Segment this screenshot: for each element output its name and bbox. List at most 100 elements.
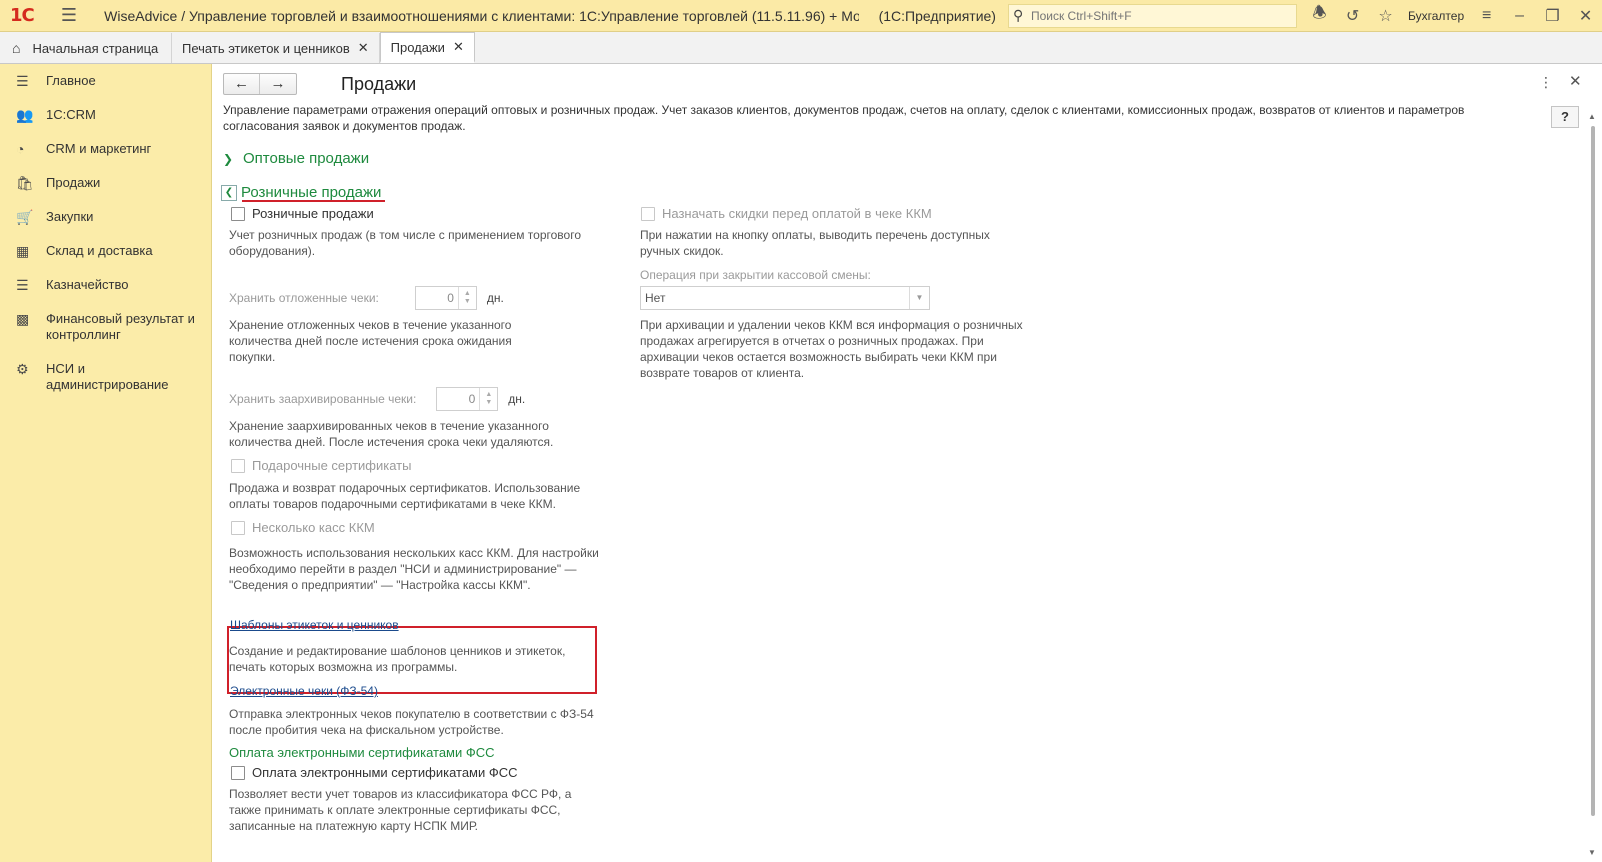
restore-icon[interactable]: ❐ xyxy=(1536,6,1569,26)
group-retail-label: Розничные продажи xyxy=(241,184,382,201)
tab-label: Продажи xyxy=(390,39,445,55)
sidebar-item-label: Склад и доставка xyxy=(46,243,153,258)
close-shift-label: Операция при закрытии кассовой смены: xyxy=(640,268,871,282)
sidebar-item-treasury[interactable]: ☰ Казначейство xyxy=(0,268,211,302)
tab-sales[interactable]: Продажи ✕ xyxy=(379,32,475,63)
sidebar: ☰ Главное 👥 1С:CRM ◔ CRM и маркетинг 🛍 П… xyxy=(0,64,212,862)
keep-archived-note: Хранение заархивированных чеков в течени… xyxy=(229,419,554,449)
spin-value[interactable]: 0 xyxy=(437,388,479,410)
templates-link[interactable]: Шаблоны этикеток и ценников xyxy=(230,618,399,632)
back-button[interactable]: ← xyxy=(224,74,260,94)
app-title: WiseAdvice / Управление торговлей и взаи… xyxy=(104,7,859,24)
tab-label: Начальная страница xyxy=(32,40,159,56)
sidebar-item-sales[interactable]: 🛍 Продажи xyxy=(0,166,211,200)
menu-lines-icon: ☰ xyxy=(16,73,29,89)
forward-button[interactable]: → xyxy=(260,74,296,94)
close-tab-icon[interactable]: ✕ xyxy=(358,40,369,56)
sidebar-item-crm-marketing[interactable]: ◔ CRM и маркетинг xyxy=(0,132,211,166)
select-value[interactable]: Нет xyxy=(641,287,909,309)
field-label: Хранить отложенные чеки: xyxy=(229,291,379,305)
sidebar-item-admin[interactable]: ⚙ НСИ и администрирование xyxy=(0,352,211,402)
grid-icon: ▦ xyxy=(16,243,30,259)
keep-archived-input[interactable]: 0 ▲ ▼ xyxy=(436,387,499,411)
more-options-icon[interactable]: ⋮ xyxy=(1539,74,1553,91)
keep-deferred-input[interactable]: 0 ▲ ▼ xyxy=(414,286,477,310)
help-button[interactable]: ? xyxy=(1551,106,1579,128)
sidebar-item-label: Финансовый результат и контроллинг xyxy=(46,311,195,342)
pie-chart-icon: ◔ xyxy=(16,141,25,157)
coins-icon: ☰ xyxy=(16,277,29,293)
people-icon: 👥 xyxy=(16,107,34,123)
close-form-icon[interactable]: ✕ xyxy=(1569,72,1582,90)
nav-buttons: ← → xyxy=(223,73,297,95)
checkbox[interactable] xyxy=(231,458,245,473)
checkbox-label: Розничные продажи xyxy=(252,206,374,221)
unit-label: дн. xyxy=(508,392,526,406)
sidebar-item-purchases[interactable]: 🛒 Закупки xyxy=(0,200,211,234)
dropdown-arrow-icon[interactable]: ▼ xyxy=(909,287,929,309)
sidebar-item-1c-crm[interactable]: 👥 1С:CRM xyxy=(0,98,211,132)
main-menu-icon[interactable]: ☰ xyxy=(61,5,84,26)
checkbox[interactable] xyxy=(231,765,245,780)
cart-icon: 🛒 xyxy=(16,209,34,225)
templates-note: Создание и редактирование шаблонов ценни… xyxy=(229,644,566,674)
history-icon[interactable]: ↺ xyxy=(1336,6,1369,26)
retail-sales-checkbox[interactable]: Розничные продажи xyxy=(231,206,374,221)
close-window-icon[interactable]: ✕ xyxy=(1569,6,1602,26)
chevron-right-icon: ❯ xyxy=(223,151,234,166)
tab-print-labels[interactable]: Печать этикеток и ценников ✕ xyxy=(172,33,380,63)
sidebar-item-label: Закупки xyxy=(46,209,94,224)
tab-home[interactable]: ⌂ Начальная страница xyxy=(0,33,172,63)
close-shift-note: При архивации и удалении чеков ККМ вся и… xyxy=(640,318,1023,380)
discounts-note: При нажатии на кнопку оплаты, выводить п… xyxy=(640,228,990,258)
search-input[interactable] xyxy=(1030,8,1291,23)
gift-cert-checkbox[interactable]: Подарочные сертификаты xyxy=(231,458,411,473)
fss-note: Позволяет вести учет товаров из классифи… xyxy=(229,787,572,833)
scroll-down-icon[interactable]: ▼ xyxy=(1588,848,1596,857)
multi-kkm-note: Возможность использования нескольких кас… xyxy=(229,546,599,592)
group-wholesale-label: Оптовые продажи xyxy=(243,150,370,167)
checkbox[interactable] xyxy=(641,206,655,221)
bell-icon[interactable]: 🕭 xyxy=(1303,2,1336,29)
search-icon: ⚲ xyxy=(1012,7,1024,23)
discounts-checkbox[interactable]: Назначать скидки перед оплатой в чеке КК… xyxy=(641,206,932,221)
multi-kkm-checkbox[interactable]: Несколько касс ККМ xyxy=(231,520,375,535)
platform-label: (1С:Предприятие) xyxy=(878,7,996,24)
group-retail[interactable]: ❮ Розничные продажи xyxy=(221,184,381,201)
page-title: Продажи xyxy=(341,74,417,94)
user-name[interactable]: Бухгалтер xyxy=(1408,9,1464,23)
chevron-down-icon: ❮ xyxy=(221,184,237,201)
sidebar-item-label: Продажи xyxy=(46,175,101,190)
sidebar-item-finance[interactable]: ▩ Финансовый результат и контроллинг xyxy=(0,302,211,352)
sidebar-item-main[interactable]: ☰ Главное xyxy=(0,64,211,98)
bag-icon: 🛍 xyxy=(16,175,34,191)
tabs-bar: ⌂ Начальная страница Печать этикеток и ц… xyxy=(0,32,1602,64)
bar-chart-icon: ▩ xyxy=(16,311,30,327)
checkbox-label: Назначать скидки перед оплатой в чеке КК… xyxy=(662,206,932,221)
sidebar-item-warehouse[interactable]: ▦ Склад и доставка xyxy=(0,234,211,268)
settings-menu-icon[interactable]: ≡ xyxy=(1470,7,1503,25)
keep-deferred-note: Хранение отложенных чеков в течение указ… xyxy=(229,318,512,364)
vertical-scrollbar[interactable]: ▲ ▼ xyxy=(1586,112,1600,860)
fss-heading: Оплата электронными сертификатами ФСС xyxy=(229,745,495,760)
star-icon[interactable]: ☆ xyxy=(1369,6,1402,26)
close-tab-icon[interactable]: ✕ xyxy=(453,39,464,55)
group-wholesale[interactable]: ❯ Оптовые продажи xyxy=(223,150,369,167)
checkbox[interactable] xyxy=(231,520,245,535)
spin-arrows-icon[interactable]: ▲ ▼ xyxy=(457,287,476,309)
minimize-icon[interactable]: – xyxy=(1503,7,1536,25)
scroll-up-icon[interactable]: ▲ xyxy=(1588,112,1596,121)
keep-archived-field: Хранить заархивированные чеки: 0 ▲ ▼ дн. xyxy=(229,387,525,411)
app-logo: 1С xyxy=(10,5,35,26)
search-box[interactable]: ⚲ xyxy=(1007,3,1298,28)
scroll-thumb[interactable] xyxy=(1591,126,1595,816)
spin-value[interactable]: 0 xyxy=(416,287,458,309)
sidebar-item-label: CRM и маркетинг xyxy=(46,141,152,156)
echecks-link[interactable]: Электронные чеки (ФЗ-54) xyxy=(230,684,378,698)
title-bar: 1С ☰ WiseAdvice / Управление торговлей и… xyxy=(0,0,1602,32)
checkbox-label: Подарочные сертификаты xyxy=(252,458,412,473)
spin-arrows-icon[interactable]: ▲ ▼ xyxy=(479,388,497,410)
fss-checkbox[interactable]: Оплата электронными сертификатами ФСС xyxy=(231,765,518,780)
close-shift-select[interactable]: Нет ▼ xyxy=(640,286,930,310)
checkbox[interactable] xyxy=(231,206,245,221)
